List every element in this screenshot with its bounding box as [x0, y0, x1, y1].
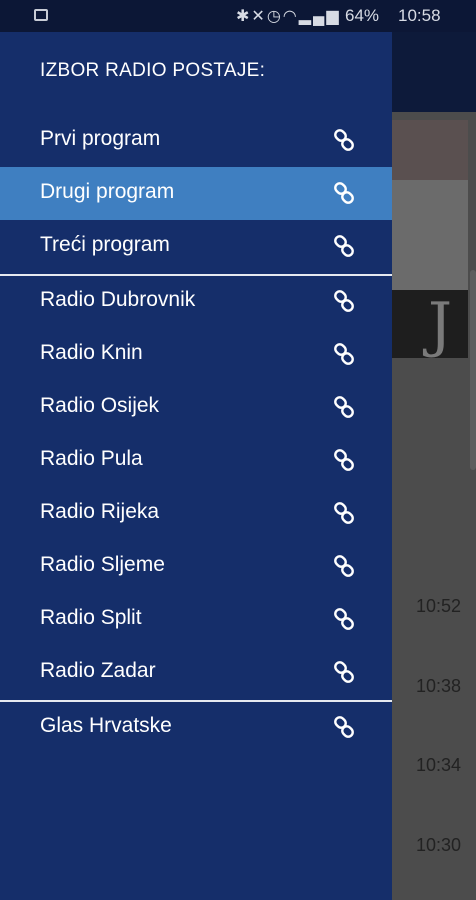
mute-icon: ✕	[251, 8, 267, 25]
station-label: Radio Rijeka	[40, 500, 160, 523]
signal-icon: ▂▄▆	[298, 8, 341, 25]
navigation-drawer: IZBOR RADIO POSTAJE: Prvi program Drugi p…	[0, 32, 392, 900]
station-item[interactable]: Radio Knin	[0, 328, 392, 381]
station-label: Drugi program	[40, 180, 175, 203]
wifi-icon: ◠	[282, 8, 299, 25]
link-icon	[334, 396, 354, 418]
station-item[interactable]: Treći program	[0, 220, 392, 273]
link-icon	[334, 343, 354, 365]
link-icon	[334, 502, 354, 524]
station-label: Glas Hrvatske	[40, 714, 172, 737]
station-label: Radio Dubrovnik	[40, 288, 196, 311]
clock: 10:58	[398, 6, 441, 25]
link-icon	[334, 290, 354, 312]
link-icon	[334, 129, 354, 151]
station-item[interactable]: Radio Pula	[0, 434, 392, 487]
station-image: J	[392, 120, 468, 358]
bluetooth-icon: ✱	[236, 8, 252, 25]
link-icon	[334, 449, 354, 471]
link-icon	[334, 235, 354, 257]
battery-level: 64%	[345, 6, 380, 25]
alarm-icon: ◷	[266, 8, 283, 25]
station-label: Radio Pula	[40, 447, 143, 470]
station-label: Treći program	[40, 233, 170, 256]
drawer-title: IZBOR RADIO POSTAJE:	[40, 60, 266, 81]
time-label: 10:30	[416, 835, 462, 855]
station-label: Radio Osijek	[40, 394, 160, 417]
station-item[interactable]: Prvi program	[0, 114, 392, 167]
station-item[interactable]: Drugi program	[0, 167, 392, 220]
link-icon	[334, 716, 354, 738]
scrollbar[interactable]	[470, 270, 476, 470]
link-icon	[334, 661, 354, 683]
station-item[interactable]: Radio Split	[0, 593, 392, 646]
link-icon	[334, 182, 354, 204]
station-label: Radio Sljeme	[40, 553, 165, 576]
status-bar: ✱✕◷◠▂▄▆ 64% 10:58	[0, 0, 476, 32]
station-label: Prvi program	[40, 127, 161, 150]
time-label: 10:34	[416, 755, 462, 775]
station-label: Radio Zadar	[40, 659, 156, 682]
time-label: 10:52	[416, 596, 462, 616]
gallery-notification-icon	[34, 9, 48, 21]
station-item[interactable]: Radio Osijek	[0, 381, 392, 434]
link-icon	[334, 608, 354, 630]
station-item[interactable]: Radio Zadar	[0, 646, 392, 699]
station-item[interactable]: Radio Dubrovnik	[0, 275, 392, 328]
station-label: Radio Knin	[40, 341, 143, 364]
status-icons: ✱✕◷◠▂▄▆	[236, 6, 341, 26]
station-label: Radio Split	[40, 606, 142, 629]
station-item[interactable]: Glas Hrvatske	[0, 701, 392, 754]
station-item[interactable]: Radio Sljeme	[0, 540, 392, 593]
link-icon	[334, 555, 354, 577]
time-label: 10:38	[416, 676, 462, 696]
station-item[interactable]: Radio Rijeka	[0, 487, 392, 540]
